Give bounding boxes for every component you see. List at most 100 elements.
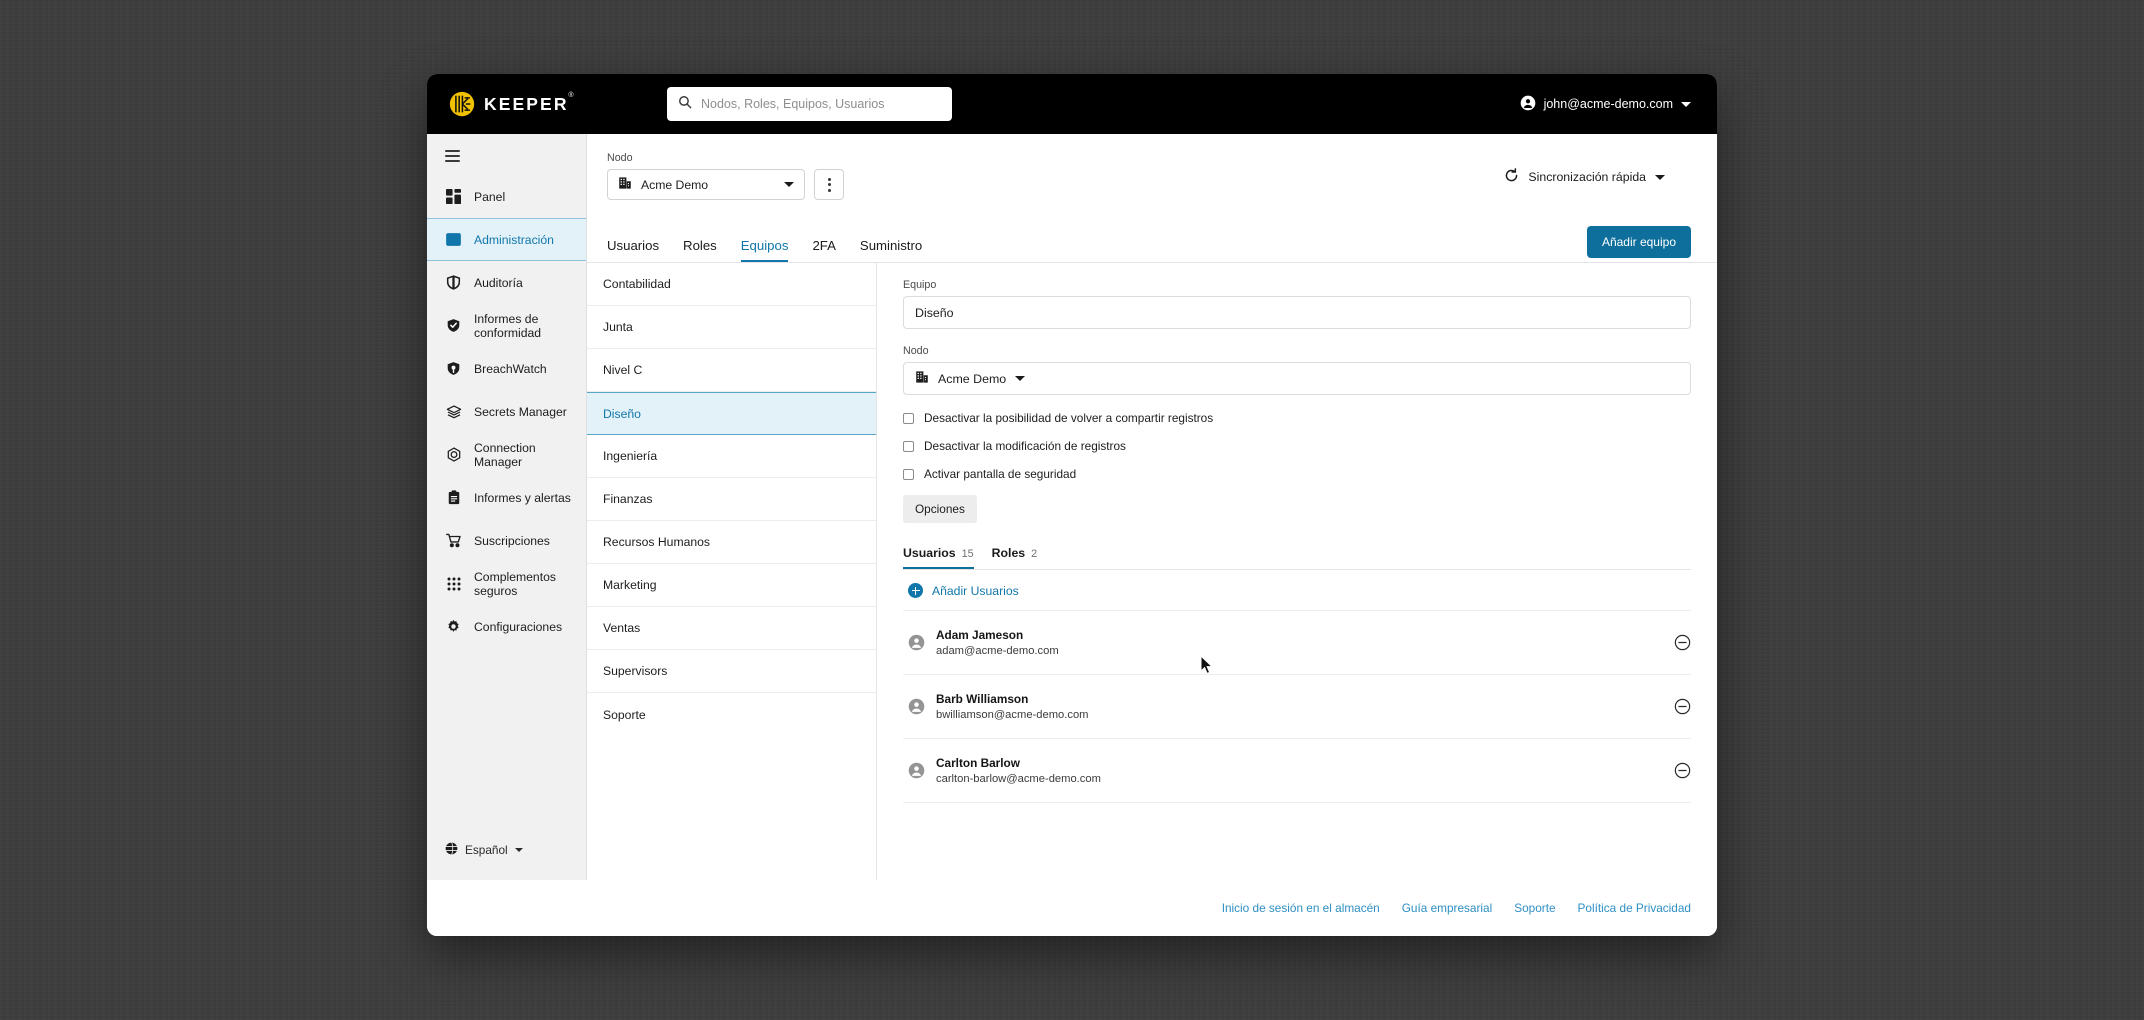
team-options-checkboxes: Desactivar la posibilidad de volver a co… [903, 411, 1691, 495]
brand-trademark: ® [568, 91, 576, 99]
tab-usuarios[interactable]: Usuarios [607, 238, 659, 262]
team-row[interactable]: Ventas [587, 607, 876, 650]
team-row[interactable]: Finanzas [587, 478, 876, 521]
add-users-label: Añadir Usuarios [932, 583, 1019, 598]
remove-circle-icon[interactable] [1674, 698, 1691, 715]
tab-suministro[interactable]: Suministro [860, 238, 922, 262]
admin-panel-icon [445, 231, 462, 248]
subtab-label: Usuarios [903, 546, 956, 560]
chevron-down-icon [1015, 376, 1026, 381]
checkbox-icon[interactable] [903, 440, 914, 452]
user-row[interactable]: Carlton Barlow carlton-barlow@acme-demo.… [903, 739, 1691, 803]
checkbox-icon[interactable] [903, 412, 914, 424]
team-row[interactable]: Supervisors [587, 650, 876, 693]
sidebar-item-configuraciones[interactable]: Configuraciones [427, 605, 586, 648]
add-users-button[interactable]: Añadir Usuarios [903, 570, 1691, 611]
sidebar-item-panel[interactable]: Panel [427, 175, 586, 218]
team-row[interactable]: Soporte [587, 693, 876, 736]
sidebar-item-label: Suscripciones [474, 533, 550, 548]
team-row[interactable]: Contabilidad [587, 263, 876, 306]
tab-2fa[interactable]: 2FA [812, 238, 835, 262]
options-button[interactable]: Opciones [903, 495, 977, 523]
detail-subtabs: Usuarios 15 Roles 2 [903, 546, 1691, 570]
sidebar-item-label: Informes de conformidad [474, 311, 542, 340]
user-name: Barb Williamson [936, 692, 1029, 706]
tab-label: Usuarios [607, 238, 660, 253]
subtab-roles[interactable]: Roles 2 [992, 546, 1038, 569]
chevron-down-icon [1681, 101, 1691, 107]
checkbox-row-enable-privacy-screen[interactable]: Activar pantalla de seguridad [903, 467, 1691, 481]
sidebar-item-label: Informes y alertas [474, 490, 571, 505]
remove-circle-icon[interactable] [1674, 634, 1691, 651]
team-name: Nivel C [603, 363, 643, 377]
user-email: adam@acme-demo.com [936, 645, 1059, 657]
team-row[interactable]: Recursos Humanos [587, 521, 876, 564]
sidebar-item-breachwatch[interactable]: BreachWatch [427, 347, 586, 390]
tab-roles[interactable]: Roles [683, 238, 717, 262]
sidebar-item-auditoria[interactable]: Auditoría [427, 261, 586, 304]
team-name: Ventas [603, 621, 641, 635]
team-name: Supervisors [603, 664, 668, 678]
shield-outline-icon [445, 274, 462, 291]
user-row[interactable]: Barb Williamson bwilliamson@acme-demo.co… [903, 675, 1691, 739]
team-row[interactable]: Marketing [587, 564, 876, 607]
team-name: Soporte [603, 707, 646, 722]
tabs-row: Usuarios Roles Equipos 2FA Suministro Añ… [587, 200, 1717, 262]
subtab-usuarios[interactable]: Usuarios 15 [903, 546, 974, 569]
hamburger-icon[interactable] [427, 134, 586, 175]
sidebar-item-label: BreachWatch [474, 361, 547, 376]
checkbox-icon[interactable] [903, 468, 914, 480]
clipboard-icon [445, 489, 462, 506]
user-email: carlton-barlow@acme-demo.com [936, 773, 1101, 785]
tab-equipos[interactable]: Equipos [740, 238, 789, 262]
tab-label: Suministro [859, 238, 923, 253]
account-menu[interactable]: john@acme-demo.com [1520, 74, 1691, 134]
remove-circle-icon[interactable] [1674, 762, 1691, 779]
user-info: Barb Williamson bwilliamson@acme-demo.co… [936, 692, 1089, 721]
sidebar-item-suscripciones[interactable]: Suscripciones [427, 519, 586, 562]
language-selector[interactable]: Español [427, 842, 586, 880]
checkbox-label: Desactivar la modificación de registros [924, 439, 1126, 453]
language-label: Español [465, 843, 508, 857]
user-row[interactable]: Adam Jameson adam@acme-demo.com [903, 611, 1691, 675]
sidebar-item-label: Administración [474, 232, 554, 247]
footer-link-support[interactable]: Soporte [1514, 901, 1555, 915]
footer-link-vault-login[interactable]: Inicio de sesión en el almacén [1222, 901, 1380, 915]
team-row[interactable]: Ingeniería [587, 435, 876, 478]
node-field-label: Nodo [607, 152, 633, 164]
quick-sync-menu[interactable]: Sincronización rápida [1504, 168, 1665, 186]
hexagon-icon [445, 446, 462, 463]
team-name: Recursos Humanos [603, 535, 711, 549]
global-search[interactable]: Nodos, Roles, Equipos, Usuarios [667, 87, 952, 121]
team-detail-panel: Equipo Nodo [877, 263, 1717, 880]
sidebar-item-secrets-manager[interactable]: Secrets Manager [427, 390, 586, 433]
team-row[interactable]: Nivel C [587, 349, 876, 392]
sidebar-item-administracion[interactable]: Administración [427, 218, 586, 261]
more-vertical-icon-dot [827, 177, 831, 181]
checkbox-row-disable-resharing[interactable]: Desactivar la posibilidad de volver a co… [903, 411, 1691, 425]
sidebar-item-label: Secrets Manager [474, 404, 567, 419]
team-name-input[interactable] [903, 296, 1691, 329]
footer-link-privacy-policy[interactable]: Política de Privacidad [1578, 901, 1691, 915]
team-name: Ingeniería [603, 449, 658, 463]
account-circle-icon [1520, 95, 1536, 114]
sidebar-item-informes-y-alertas[interactable]: Informes y alertas [427, 476, 586, 519]
tab-label: 2FA [812, 238, 836, 253]
checkbox-row-disable-record-edit[interactable]: Desactivar la modificación de registros [903, 439, 1691, 453]
team-row[interactable]: Junta [587, 306, 876, 349]
sidebar-item-complementos-seguros[interactable]: Complementos seguros [427, 562, 586, 605]
checkbox-label: Desactivar la posibilidad de volver a co… [924, 411, 1214, 425]
add-team-button[interactable]: Añadir equipo [1586, 226, 1691, 258]
node-select[interactable]: Acme Demo [607, 169, 805, 200]
main-content: Sincronización rápida Nodo Acme Demo Usu… [587, 134, 1717, 880]
sidebar-item-label: Auditoría [474, 275, 523, 290]
sidebar-item-informes-de-conformidad[interactable]: Informes de conformidad [427, 304, 586, 347]
footer-link-enterprise-guide[interactable]: Guía empresarial [1402, 901, 1492, 915]
team-row-selected[interactable]: Diseño [587, 392, 876, 435]
sidebar-item-connection-manager[interactable]: Connection Manager [427, 433, 586, 476]
detail-node-select[interactable]: Acme Demo [903, 362, 1691, 395]
window-body: Panel Administración Auditoría Informes … [427, 134, 1717, 880]
node-more-options-button[interactable] [814, 169, 844, 200]
team-list: Contabilidad Junta Nivel C Diseño Ingeni… [587, 263, 877, 880]
keeper-logo[interactable]: KEEPER ® [449, 91, 573, 117]
